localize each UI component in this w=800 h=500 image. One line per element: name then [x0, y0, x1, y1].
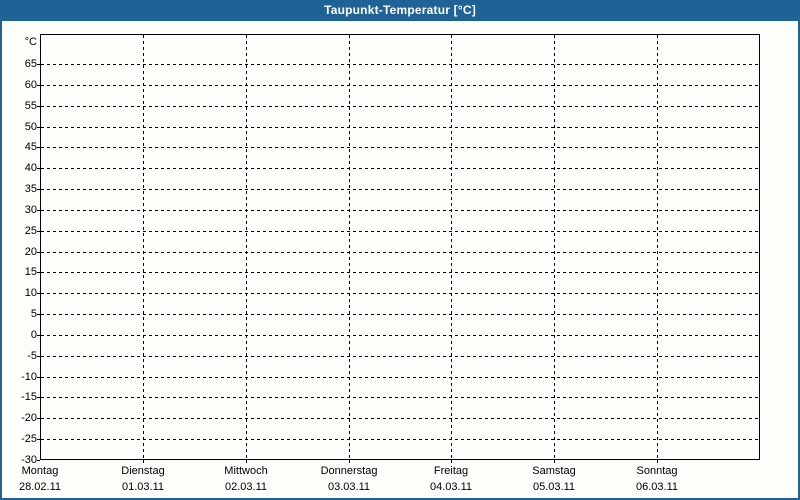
y-axis-tick — [37, 356, 40, 357]
x-axis-tick — [143, 460, 144, 463]
y-axis-tick — [37, 397, 40, 398]
y-tick-label: 25 — [24, 225, 37, 237]
y-axis-tick — [37, 335, 40, 336]
plot-area — [40, 34, 760, 460]
chart-titlebar[interactable]: Taupunkt-Temperatur [°C] — [2, 2, 798, 21]
y-axis-tick — [37, 106, 40, 107]
y-tick-label: 15 — [24, 266, 37, 278]
x-date-label: 06.03.11 — [635, 481, 678, 493]
x-day-label: Montag — [21, 465, 59, 477]
y-axis-tick — [37, 439, 40, 440]
y-axis-tick — [37, 231, 40, 232]
x-axis-tick — [554, 460, 555, 463]
y-axis-tick — [37, 418, 40, 419]
y-tick-label: 10 — [24, 287, 37, 299]
y-axis-tick — [37, 272, 40, 273]
h-gridline — [41, 210, 759, 211]
x-date-label: 01.03.11 — [121, 481, 164, 493]
x-day-label: Sonntag — [636, 465, 678, 477]
v-gridline — [657, 35, 658, 459]
h-gridline — [41, 397, 759, 398]
h-gridline — [41, 189, 759, 190]
x-day-label: Donnerstag — [320, 465, 378, 477]
y-axis-tick — [37, 64, 40, 65]
y-axis-tick — [37, 210, 40, 211]
h-gridline — [41, 252, 759, 253]
y-axis-tick — [37, 293, 40, 294]
v-gridline — [554, 35, 555, 459]
y-tick-label: 40 — [24, 162, 37, 174]
v-gridline — [143, 35, 144, 459]
h-gridline — [41, 377, 759, 378]
x-axis-tick — [349, 460, 350, 463]
y-axis-tick — [37, 460, 40, 461]
h-gridline — [41, 147, 759, 148]
y-axis-tick — [37, 252, 40, 253]
y-tick-label: 30 — [24, 204, 37, 216]
x-date-label: 04.03.11 — [429, 481, 472, 493]
chart-region: °C 65 60 55 50 45 40 35 30 25 20 15 10 5 0 -5 -10 -15 -20… — [2, 21, 798, 498]
y-tick-label: 50 — [24, 121, 37, 133]
h-gridline — [41, 314, 759, 315]
y-tick-label: -20 — [21, 412, 37, 424]
h-gridline — [41, 231, 759, 232]
y-tick-label: 60 — [24, 79, 37, 91]
y-axis-tick — [37, 127, 40, 128]
y-tick-label: 0 — [30, 329, 37, 341]
y-axis-tick — [37, 147, 40, 148]
h-gridline — [41, 272, 759, 273]
x-date-label: 03.03.11 — [327, 481, 370, 493]
y-axis-tick — [37, 189, 40, 190]
x-day-label: Freitag — [433, 465, 469, 477]
x-axis-tick — [246, 460, 247, 463]
x-day-label: Mittwoch — [224, 465, 268, 477]
h-gridline — [41, 335, 759, 336]
y-tick-label: 45 — [24, 141, 37, 153]
chart-title: Taupunkt-Temperatur [°C] — [324, 3, 476, 17]
y-axis-tick — [37, 85, 40, 86]
y-tick-label: -5 — [27, 350, 37, 362]
x-day-label: Dienstag — [121, 465, 165, 477]
h-gridline — [41, 439, 759, 440]
y-tick-label: 65 — [24, 58, 37, 70]
y-tick-label: 20 — [24, 246, 37, 258]
h-gridline — [41, 106, 759, 107]
v-gridline — [246, 35, 247, 459]
x-date-label: 28.02.11 — [18, 481, 61, 493]
h-gridline — [41, 418, 759, 419]
y-tick-label: -15 — [21, 391, 37, 403]
h-gridline — [41, 64, 759, 65]
v-gridline — [451, 35, 452, 459]
h-gridline — [41, 127, 759, 128]
y-tick-label: 5 — [30, 308, 37, 320]
y-axis-tick — [37, 377, 40, 378]
x-day-label: Samstag — [532, 465, 576, 477]
chart-window: Taupunkt-Temperatur [°C] °C 65 60 55 50 45 40… — [0, 0, 800, 500]
h-gridline — [41, 85, 759, 86]
h-gridline — [41, 356, 759, 357]
h-gridline — [41, 293, 759, 294]
y-tick-label: -25 — [21, 433, 37, 445]
y-tick-label: 35 — [24, 183, 37, 195]
x-date-label: 02.03.11 — [224, 481, 267, 493]
y-axis-tick — [37, 314, 40, 315]
v-gridline — [349, 35, 350, 459]
y-axis-unit-label: °C — [24, 36, 37, 48]
x-axis-tick — [451, 460, 452, 463]
x-date-label: 05.03.11 — [532, 481, 575, 493]
y-axis-tick — [37, 168, 40, 169]
x-axis-tick — [657, 460, 658, 463]
h-gridline — [41, 168, 759, 169]
y-tick-label: 55 — [24, 100, 37, 112]
y-tick-label: -10 — [21, 371, 37, 383]
